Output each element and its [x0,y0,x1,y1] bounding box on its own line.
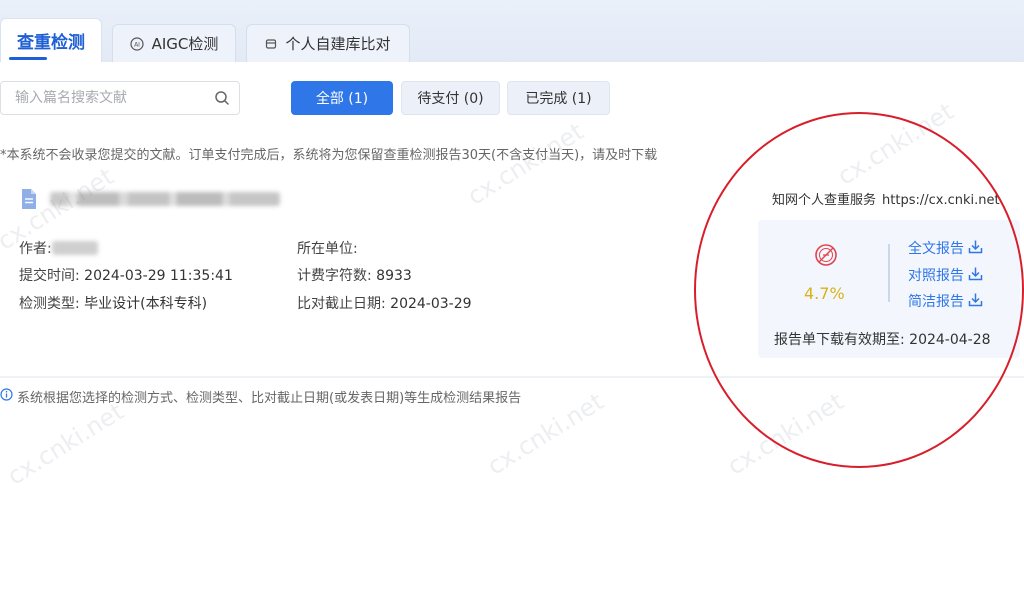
similarity-percent: 4.7% [804,284,845,303]
download-icon [968,266,983,285]
watermark: cx.cnki.net [2,397,129,491]
brief-report-download-link[interactable]: 简洁报告 [908,291,983,311]
report-footnote: 系统根据您选择的检测方式、检测类型、比对截止日期(或发表日期)等生成检测结果报告 [0,387,521,406]
submit-time-value: 2024-03-29 11:35:41 [84,268,233,284]
ai-icon: AI [129,36,144,51]
check-type-row: 检测类型: 毕业设计(本科专科) [19,293,207,313]
tab-bar: 查重检测 AI AIGC检测 个人自建库比对 [0,0,1024,62]
report-service-header: 知网个人查重服务 https://cx.cnki.net [772,189,1000,208]
download-icon [968,292,983,311]
char-count-label: 计费字符数: [297,268,372,284]
char-count-row: 计费字符数: 8933 [297,265,412,285]
filter-completed-button[interactable]: 已完成 (1) [507,81,610,115]
brief-report-label: 简洁报告 [908,294,964,310]
document-title-redacted[interactable] [50,192,280,206]
search-icon[interactable] [214,90,230,110]
unit-label: 所在单位: [297,241,358,257]
retention-notice: *本系统不会收录您提交的文献。订单支付完成后，系统将为您保留查重检测报告30天(… [0,148,658,163]
search-input[interactable] [1,82,201,114]
full-report-download-link[interactable]: 全文报告 [908,238,983,258]
check-type-label: 检测类型: [19,296,80,312]
unit-row: 所在单位: [297,238,358,258]
cutoff-date-value: 2024-03-29 [390,296,472,312]
report-divider [888,244,890,302]
cutoff-date-row: 比对截止日期: 2024-03-29 [297,293,472,313]
tab-label: 查重检测 [17,33,85,53]
author-name-redacted [51,241,98,255]
report-list-page: 查重检测 AI AIGC检测 个人自建库比对 全部 (1) 待支付 (0) 已完… [0,0,1024,607]
filter-unpaid-button[interactable]: 待支付 (0) [401,81,500,115]
info-icon [0,388,13,405]
document-icon [20,188,38,214]
library-icon [265,38,277,50]
search-box [0,81,240,115]
tab-aigc-check[interactable]: AI AIGC检测 [112,24,236,62]
cutoff-date-label: 比对截止日期: [297,296,386,312]
active-tab-underline [9,57,47,60]
submit-time-row: 提交时间: 2024-03-29 11:35:41 [19,265,233,285]
comparison-report-download-link[interactable]: 对照报告 [908,265,983,285]
service-url: https://cx.cnki.net [882,193,1000,208]
footnote-text: 系统根据您选择的检测方式、检测类型、比对截止日期(或发表日期)等生成检测结果报告 [17,391,522,406]
comparison-report-label: 对照报告 [908,268,964,284]
download-icon [968,239,983,258]
download-expiry: 报告单下载有效期至: 2024-04-28 [774,329,991,349]
service-name: 知网个人查重服务 [772,193,877,208]
tab-personal-library[interactable]: 个人自建库比对 [246,24,410,62]
svg-text:AI: AI [134,41,140,48]
tab-label: 个人自建库比对 [285,35,391,53]
check-type-value: 毕业设计(本科专科) [84,296,208,312]
tab-plagiarism-check[interactable]: 查重检测 [0,18,102,62]
full-report-label: 全文报告 [908,241,964,257]
watermark: cx.cnki.net [722,387,849,481]
char-count-value: 8933 [376,268,412,284]
report-stamp-icon [814,243,838,271]
filter-all-button[interactable]: 全部 (1) [291,81,393,115]
expiry-label: 报告单下载有效期至: [774,332,905,348]
tab-label: AIGC检测 [151,35,219,53]
expiry-date: 2024-04-28 [909,332,991,348]
author-label: 作者: [19,241,52,257]
submit-time-label: 提交时间: [19,268,80,284]
author-row: 作者: [19,238,98,258]
